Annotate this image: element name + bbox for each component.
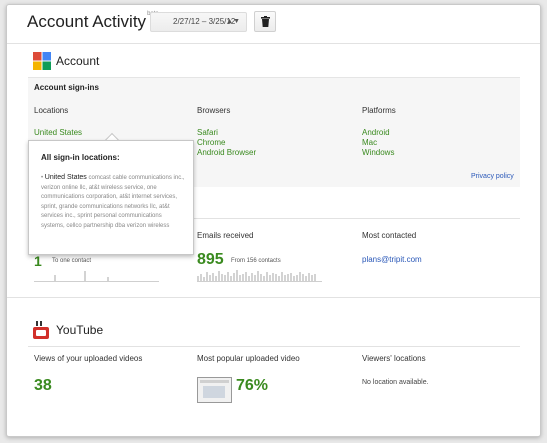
date-range-select[interactable]: 2/27/12 – 3/25/12 ▲▼: [150, 12, 247, 32]
sparkline-bar: [218, 271, 220, 281]
sparkline-bar: [308, 273, 310, 281]
emails-received-value: 895: [197, 251, 224, 268]
browser-link-chrome[interactable]: Chrome: [197, 138, 225, 147]
emails-sent-note: To one contact: [52, 258, 92, 264]
popular-video-thumbnail[interactable]: [197, 377, 232, 403]
popup-country: United States: [44, 174, 87, 181]
account-section-title: Account: [56, 54, 100, 68]
browser-link-safari[interactable]: Safari: [197, 128, 218, 137]
viewers-locations-value: No location available.: [362, 379, 429, 386]
page-title-text: Account Activity: [27, 12, 147, 31]
emails-sent-value: 1: [34, 253, 42, 269]
platform-link-mac[interactable]: Mac: [362, 138, 377, 147]
uploaded-views-value: 38: [34, 377, 52, 394]
viewers-locations-label: Viewers' locations: [362, 354, 426, 363]
uploaded-views-label: Views of your uploaded videos: [34, 354, 143, 363]
youtube-icon: [33, 321, 49, 339]
emails-received-label: Emails received: [197, 231, 254, 240]
sparkline-bar: [257, 271, 259, 281]
sparkline-bar: [302, 274, 304, 281]
youtube-inner-divider: [28, 346, 520, 347]
sparkline-bar: [230, 276, 232, 281]
youtube-section-title: YouTube: [56, 323, 104, 337]
locations-heading: Locations: [34, 106, 69, 115]
updown-arrows-icon: ▲▼: [226, 18, 240, 25]
sparkline-bar: [290, 273, 292, 281]
popup-providers: comcast cable communications inc., veriz…: [41, 175, 185, 229]
sparkline-bar: [284, 275, 286, 281]
sparkline-bar: [296, 275, 298, 281]
sparkline-bar: [251, 273, 253, 281]
header-divider: [7, 43, 540, 44]
account-activity-page: Account Activitybeta 2/27/12 – 3/25/12 ▲…: [6, 4, 541, 437]
sparkline-bar: [287, 274, 289, 281]
emails-received-note: From 156 contacts: [231, 258, 281, 264]
most-contacted-label: Most contacted: [362, 231, 417, 240]
header: Account Activitybeta 2/27/12 – 3/25/12 ▲…: [7, 5, 540, 40]
sparkline-bar: [233, 273, 235, 281]
sparkline-bar: [263, 276, 265, 281]
trash-icon: [261, 16, 270, 27]
delete-button[interactable]: [254, 11, 276, 32]
sparkline-bar: [200, 274, 202, 281]
location-link-united-states[interactable]: United States: [34, 128, 82, 137]
sparkline-bar: [221, 274, 223, 281]
sparkline-bar: [215, 276, 217, 281]
platform-link-windows[interactable]: Windows: [362, 148, 394, 157]
most-contacted-link[interactable]: plans@tripit.com: [362, 255, 422, 264]
platform-link-android[interactable]: Android: [362, 128, 390, 137]
sparkline-bar: [224, 275, 226, 281]
emails-received-sparkline: [197, 270, 322, 282]
privacy-policy-link[interactable]: Privacy policy: [471, 173, 514, 180]
sparkline-bar: [260, 274, 262, 281]
sparkline-bar: [203, 277, 205, 281]
popup-body: • United States comcast cable communicat…: [41, 173, 187, 231]
sparkline-bar: [275, 274, 277, 281]
sparkline-bar: [305, 276, 307, 281]
sparkline-bar: [311, 275, 313, 281]
popular-video-percent: 76%: [236, 377, 269, 394]
sparkline-bar: [206, 272, 208, 281]
google-account-icon: [33, 52, 51, 70]
sparkline-bar: [245, 272, 247, 281]
sparkline-bar: [266, 272, 268, 281]
sparkline-bar: [314, 274, 316, 281]
browser-link-android-browser[interactable]: Android Browser: [197, 148, 256, 157]
sparkline-bar: [248, 276, 250, 281]
sparkline-bar: [197, 276, 199, 281]
platforms-heading: Platforms: [362, 106, 396, 115]
popup-title: All sign-in locations:: [41, 153, 120, 162]
popular-video-label: Most popular uploaded video: [197, 354, 300, 363]
browsers-heading: Browsers: [197, 106, 231, 115]
sparkline-bar: [239, 275, 241, 281]
sparkline-bar: [293, 276, 295, 281]
sparkline-bar: [254, 275, 256, 281]
sparkline-bar: [269, 275, 271, 281]
sparkline-bar: [272, 273, 274, 281]
account-signins-heading: Account sign-ins: [34, 83, 99, 92]
sparkline-bar: [278, 276, 280, 281]
page-title: Account Activitybeta: [27, 11, 159, 32]
signin-locations-popup: All sign-in locations: • United States c…: [28, 140, 194, 255]
sparkline-bar: [242, 274, 244, 281]
youtube-divider: [7, 297, 540, 298]
sparkline-bar: [236, 270, 238, 281]
sparkline-bar: [209, 275, 211, 281]
sparkline-bar: [281, 272, 283, 281]
sparkline-bar: [212, 273, 214, 281]
emails-sent-sparkline: [34, 270, 159, 282]
sparkline-bar: [299, 272, 301, 281]
sparkline-bar: [227, 272, 229, 281]
